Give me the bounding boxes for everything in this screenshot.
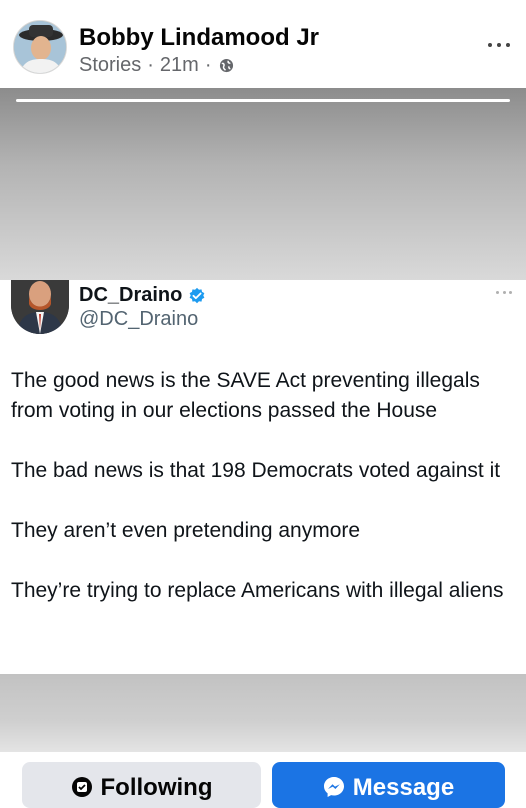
tweet-paragraph: The bad news is that 198 Democrats voted…: [11, 459, 501, 482]
tweet-handle: @DC_Draino: [79, 308, 199, 330]
story-card[interactable]: DC_Draino @DC_Draino The good news is th…: [0, 88, 526, 752]
more-horizontal-icon: [488, 43, 492, 47]
tweet-screenshot: DC_Draino @DC_Draino The good news is th…: [0, 280, 526, 674]
more-dot: [509, 290, 512, 294]
more-dot: [506, 43, 510, 47]
meta-separator: ·: [147, 54, 154, 76]
post-source[interactable]: Stories: [79, 54, 141, 77]
following-label: Following: [100, 774, 213, 801]
tweet-paragraph: They aren’t even pretending anymore: [11, 519, 361, 542]
post-timestamp[interactable]: 21m: [160, 54, 199, 77]
message-label: Message: [352, 774, 455, 801]
message-button[interactable]: Message: [272, 762, 505, 808]
more-dot: [502, 290, 506, 294]
story-progress-bar: [16, 99, 510, 102]
post-meta: Stories · 21m ·: [79, 54, 234, 77]
tweet-avatar: [11, 280, 69, 334]
tweet-paragraph: The good news is the SAVE Act preventing…: [11, 369, 480, 422]
following-check-icon: [71, 777, 92, 797]
more-dot: [496, 290, 499, 294]
globe-icon[interactable]: [219, 58, 234, 73]
story-backdrop-bottom: [0, 674, 526, 752]
tweet-paragraph: They’re trying to replace Americans with…: [11, 579, 504, 602]
action-bar: Following Message: [0, 752, 526, 808]
tweet-text: The good news is the SAVE Act preventing…: [11, 366, 516, 636]
author-name[interactable]: Bobby Lindamood Jr: [79, 24, 319, 52]
more-options-button[interactable]: [488, 40, 510, 50]
more-dot: [497, 43, 501, 47]
author-avatar[interactable]: [13, 20, 67, 74]
tweet-display-name-text: DC_Draino: [79, 284, 183, 306]
tweet-display-name: DC_Draino: [79, 284, 206, 307]
story-backdrop-top: [0, 88, 526, 280]
following-button[interactable]: Following: [22, 762, 261, 808]
tweet-more-icon: [496, 289, 512, 295]
meta-separator: ·: [204, 54, 212, 76]
messenger-icon: [323, 777, 344, 797]
tweet-author-photo-icon: [11, 280, 69, 334]
post-header: Bobby Lindamood Jr Stories · 21m ·: [0, 0, 526, 88]
author-photo-icon: [14, 21, 66, 73]
verified-badge-icon: [189, 287, 205, 303]
